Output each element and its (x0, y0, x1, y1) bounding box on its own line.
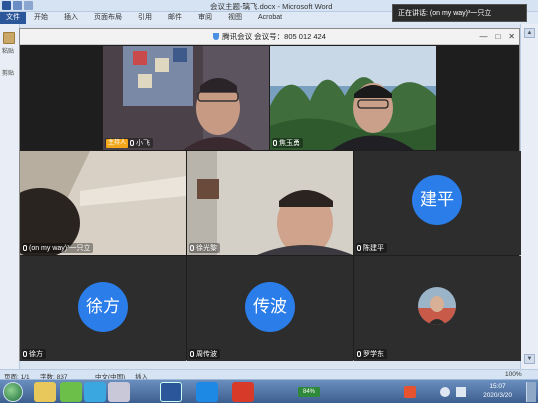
participant-tile-xu-guangli[interactable]: 徐光黎 (187, 151, 353, 255)
shield-icon (213, 33, 220, 40)
mic-icon (190, 351, 194, 357)
video-feed-onmyway (20, 151, 186, 255)
status-zoom[interactable]: 100% (505, 371, 522, 378)
wechat-icon[interactable] (60, 382, 82, 402)
participant-tile-jiao[interactable]: 焦玉勇 (270, 46, 436, 150)
sogou-icon[interactable] (404, 386, 416, 398)
save-icon[interactable] (13, 1, 22, 10)
undo-icon[interactable] (24, 1, 33, 10)
participant-name: 焦玉勇 (279, 140, 300, 147)
paste-label: 粘贴 (2, 49, 15, 55)
tencent-meeting-icon[interactable] (196, 382, 218, 402)
host-badge: 主持人 (106, 138, 129, 148)
start-button[interactable] (3, 382, 23, 402)
participant-label: 罗学东 (356, 349, 387, 359)
participant-name: 陈建平 (363, 245, 384, 252)
participant-label: (on my way)³一只立 (22, 243, 94, 253)
participant-label: 徐方 (22, 349, 46, 359)
participant-label: 陈建平 (356, 243, 387, 253)
taskbar: 84% 15:07 2020/3/20 (0, 379, 538, 403)
participant-tile-xiaofei[interactable]: 主持人 小飞 (103, 46, 269, 150)
mic-icon (357, 245, 361, 251)
video-feed-xiaofei (103, 46, 269, 150)
participant-name: 罗学东 (363, 351, 384, 358)
show-desktop-button[interactable] (526, 382, 536, 402)
acrobat-icon[interactable] (232, 382, 254, 402)
word-ribbon-left: 粘贴 剪贴 (0, 24, 20, 369)
word-logo-icon[interactable] (2, 1, 11, 10)
mic-icon (130, 140, 135, 146)
participant-tile-xu-fang[interactable]: 徐方 徐方 (20, 256, 186, 361)
tab-insert[interactable]: 插入 (56, 12, 86, 24)
participant-name: 徐光黎 (196, 245, 217, 252)
tab-references[interactable]: 引用 (130, 12, 160, 24)
tab-page-layout[interactable]: 页面布局 (86, 12, 130, 24)
participant-tile-zhou-chuanbo[interactable]: 传波 周传波 (187, 256, 353, 361)
mic-icon (357, 351, 361, 357)
participant-name: 徐方 (29, 351, 43, 358)
mic-icon (190, 245, 194, 251)
avatar: 传波 (245, 282, 295, 332)
participant-tile-chen-jianping[interactable]: 建平 陈建平 (354, 151, 521, 255)
maximize-button[interactable]: □ (495, 29, 500, 45)
mic-icon (23, 245, 27, 251)
tab-mailings[interactable]: 邮件 (160, 12, 190, 24)
volume-icon[interactable] (456, 387, 466, 397)
participant-name: (on my way)³一只立 (29, 245, 91, 252)
participant-label: 周传波 (189, 349, 220, 359)
qq-icon[interactable] (84, 382, 106, 402)
participant-label: 主持人 小飞 (105, 138, 154, 148)
video-feed-xu-guangli (187, 151, 353, 255)
meeting-title-bar: 腾讯会议 会议号：805 012 424 — □ ✕ (20, 29, 519, 45)
meeting-window: 腾讯会议 会议号：805 012 424 — □ ✕ 主持人 小飞 焦玉勇 (o… (19, 28, 521, 361)
participant-name: 小飞 (136, 140, 151, 147)
participant-name: 周传波 (196, 351, 217, 358)
clipboard-label: 剪贴 (2, 71, 15, 77)
mic-icon (273, 140, 277, 146)
clock-date: 2020/3/20 (483, 392, 512, 399)
participant-tile-onmyway[interactable]: (on my way)³一只立 (20, 151, 186, 255)
minimize-button[interactable]: — (479, 29, 487, 45)
scroll-up-icon[interactable]: ▲ (524, 28, 535, 38)
avatar: 徐方 (78, 282, 128, 332)
network-icon[interactable] (440, 387, 450, 397)
word-window-title: 会议主题-璃飞.docx - Microsoft Word (210, 2, 333, 11)
speaking-notification: 正在讲话: (on my way)³一只立 (392, 4, 527, 22)
quick-access-toolbar (2, 1, 33, 10)
tab-file[interactable]: 文件 (0, 12, 26, 24)
close-button[interactable]: ✕ (508, 29, 515, 45)
tab-review[interactable]: 审阅 (190, 12, 220, 24)
participant-tile-luo-xuedong[interactable]: 罗学东 (354, 256, 521, 361)
avatar: 建平 (412, 175, 462, 225)
system-clock[interactable]: 15:07 2020/3/20 (483, 382, 512, 400)
media-player-icon[interactable] (108, 382, 130, 402)
word-status-bar: 页面: 1/1 字数: 837 中文(中国) 插入 100% (0, 369, 538, 381)
file-explorer-icon[interactable] (34, 382, 56, 402)
scroll-down-icon[interactable]: ▼ (524, 354, 535, 364)
paste-icon[interactable] (3, 32, 15, 44)
clock-time: 15:07 (489, 383, 506, 390)
tab-view[interactable]: 视图 (220, 12, 250, 24)
avatar (418, 287, 456, 325)
video-feed-jiao (270, 46, 436, 150)
mic-icon (23, 351, 27, 357)
word-scrollbar[interactable]: ▲ ▼ (520, 24, 538, 369)
tab-home[interactable]: 开始 (26, 12, 56, 24)
participant-label: 徐光黎 (189, 243, 220, 253)
battery-indicator[interactable]: 84% (298, 387, 320, 397)
tab-acrobat[interactable]: Acrobat (250, 12, 290, 24)
participant-label: 焦玉勇 (272, 138, 303, 148)
word-taskbar-icon[interactable] (160, 382, 182, 402)
meeting-title: 腾讯会议 会议号：805 012 424 (222, 32, 326, 41)
